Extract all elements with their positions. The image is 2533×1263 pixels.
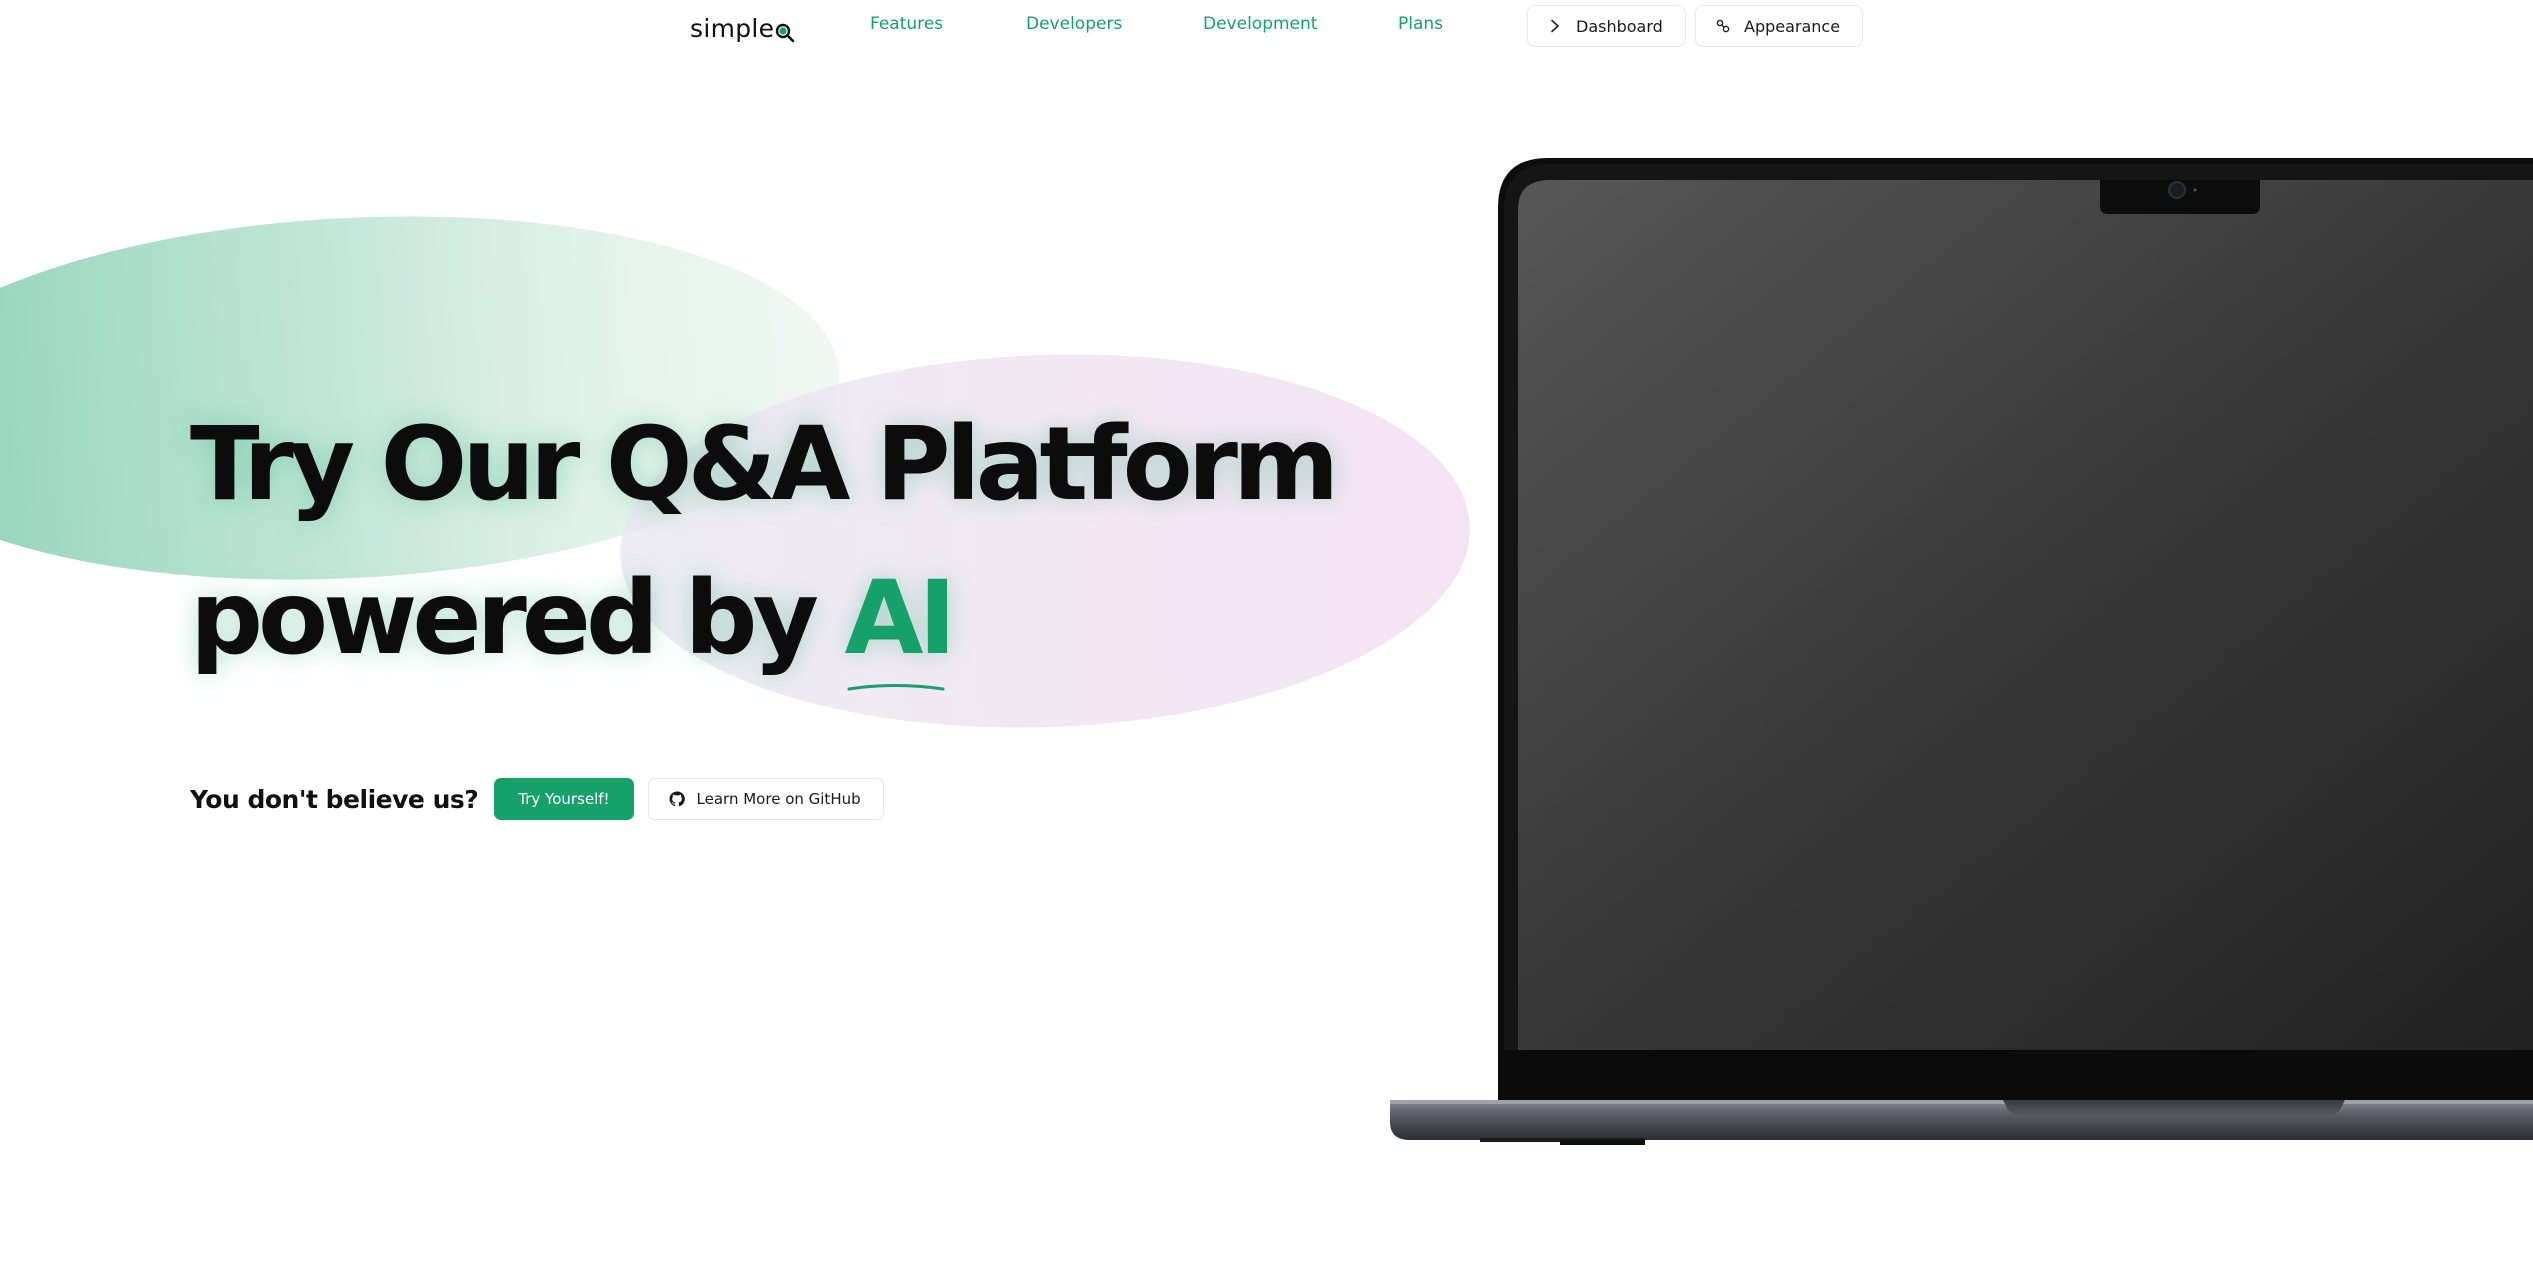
theme-icon — [1716, 19, 1730, 33]
accent-underline — [847, 684, 945, 691]
github-icon — [669, 791, 685, 807]
cta-row: You don't believe us? Try Yourself! Lear… — [190, 778, 884, 820]
hero-headline-line1: Try Our Q&A Platform — [190, 405, 1339, 524]
laptop-base — [1390, 1100, 2533, 1140]
dashboard-label: Dashboard — [1576, 16, 1663, 36]
try-yourself-button[interactable]: Try Yourself! — [494, 778, 634, 820]
dashboard-button[interactable]: Dashboard — [1527, 5, 1686, 47]
github-button-label: Learn More on GitHub — [696, 790, 861, 808]
logo-text: simple — [690, 13, 775, 43]
cta-question: You don't believe us? — [190, 784, 479, 814]
camera-icon — [2168, 181, 2186, 199]
github-button[interactable]: Learn More on GitHub — [647, 778, 884, 820]
top-nav: simple Features Developers Development P… — [0, 0, 2533, 56]
hero-accent-text: AI — [844, 559, 957, 678]
nav-link-developers[interactable]: Developers — [1026, 14, 1122, 34]
nav-link-plans[interactable]: Plans — [1398, 14, 1443, 34]
hero-headline: Try Our Q&A Platform powered by AI — [190, 388, 1339, 696]
hero-headline-accent: AI — [844, 542, 957, 696]
logo[interactable]: simple — [690, 8, 795, 48]
laptop-illustration — [1390, 158, 2533, 1145]
magnifier-icon — [775, 20, 795, 42]
laptop-screen — [1518, 180, 2533, 1050]
chevron-right-icon — [1548, 19, 1562, 33]
hero-headline-prefix: powered by — [190, 559, 845, 678]
landing-page: simple Features Developers Development P… — [0, 0, 2533, 1263]
hero-headline-line2: powered by AI — [190, 542, 1334, 696]
nav-link-features[interactable]: Features — [870, 14, 943, 34]
nav-link-development[interactable]: Development — [1203, 14, 1317, 34]
appearance-button[interactable]: Appearance — [1695, 5, 1864, 47]
appearance-label: Appearance — [1744, 16, 1841, 36]
